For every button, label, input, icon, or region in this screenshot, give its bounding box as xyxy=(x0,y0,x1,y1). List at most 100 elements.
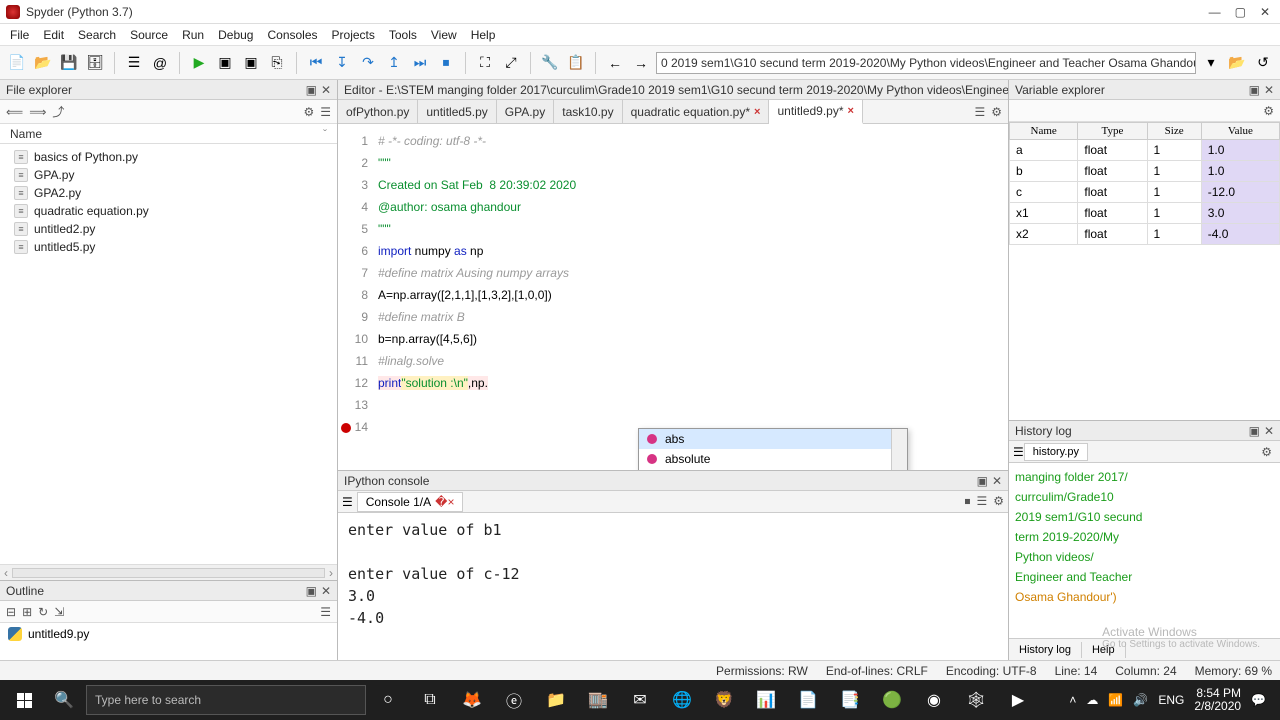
pythonpath-icon[interactable]: 📋 xyxy=(565,52,587,74)
close-button[interactable]: ✕ xyxy=(1260,5,1270,19)
back-icon[interactable]: ← xyxy=(604,52,626,74)
variable-row[interactable]: afloat11.0 xyxy=(1010,140,1280,161)
history-body[interactable]: manging folder 2017/ currculim/Grade10 2… xyxy=(1009,463,1280,638)
save-all-icon[interactable]: 🗄 xyxy=(84,52,106,74)
forward-icon[interactable]: → xyxy=(630,52,652,74)
history-log-tab[interactable]: History log xyxy=(1009,642,1082,658)
app-icon[interactable]: ⓔ xyxy=(494,684,534,716)
file-item[interactable]: ≡GPA.py xyxy=(0,166,337,184)
new-file-icon[interactable]: 📄 xyxy=(6,52,28,74)
app-icon[interactable]: ▶ xyxy=(998,684,1038,716)
console-options-icon[interactable]: ☰ xyxy=(976,494,987,509)
tray-cloud-icon[interactable]: ☁ xyxy=(1086,693,1098,707)
app-icon[interactable]: 🌐 xyxy=(662,684,702,716)
variable-row[interactable]: x1float13.0 xyxy=(1010,203,1280,224)
tray-volume-icon[interactable]: 🔊 xyxy=(1133,693,1148,707)
menu-debug[interactable]: Debug xyxy=(218,28,253,42)
run-cell-advance-icon[interactable]: ▣ xyxy=(240,52,262,74)
tray-notifications-icon[interactable]: 💬 xyxy=(1251,693,1266,707)
variable-row[interactable]: x2float1-4.0 xyxy=(1010,224,1280,245)
minimize-button[interactable]: — xyxy=(1209,5,1221,19)
debug-over-icon[interactable]: ↷ xyxy=(357,52,379,74)
menu-file[interactable]: File xyxy=(10,28,29,42)
file-item[interactable]: ≡basics of Python.py xyxy=(0,148,337,166)
pane-close-icon[interactable]: ✕ xyxy=(321,83,331,97)
code-editor[interactable]: 1234567891011121314 # -*- coding: utf-8 … xyxy=(338,124,1008,470)
run-selection-icon[interactable]: ⎘ xyxy=(266,52,288,74)
editor-tab[interactable]: task10.py xyxy=(554,100,622,123)
options-icon[interactable]: ☰ xyxy=(320,105,331,119)
fullscreen-icon[interactable]: ⤢ xyxy=(500,52,522,74)
debug-out-icon[interactable]: ↥ xyxy=(383,52,405,74)
run-icon[interactable]: ▶ xyxy=(188,52,210,74)
tray-lang[interactable]: ENG xyxy=(1158,693,1184,707)
next-icon[interactable]: ⟹ xyxy=(29,105,46,119)
task-view-icon[interactable]: ⧉ xyxy=(410,684,450,716)
file-item[interactable]: ≡GPA2.py xyxy=(0,184,337,202)
file-list-header[interactable]: Nameˇ xyxy=(0,124,337,144)
history-tabs-menu-icon[interactable]: ☰ xyxy=(1013,445,1024,459)
console-output[interactable]: enter value of b1 enter value of c-12 3.… xyxy=(338,513,1008,660)
editor-tab[interactable]: untitled9.py*× xyxy=(769,100,862,124)
at-icon[interactable]: @ xyxy=(149,52,171,74)
tray-chevron-icon[interactable]: ˄ xyxy=(1069,693,1076,707)
variable-table[interactable]: NameTypeSizeValueafloat11.0bfloat11.0cfl… xyxy=(1009,122,1280,420)
console-tab[interactable]: Console 1/A�× xyxy=(357,492,464,512)
tray-wifi-icon[interactable]: 📶 xyxy=(1108,693,1123,707)
save-icon[interactable]: 💾 xyxy=(58,52,80,74)
app-icon[interactable]: 🕸 xyxy=(956,684,996,716)
outline-body[interactable]: untitled9.py xyxy=(0,623,337,660)
app-icon[interactable]: 📁 xyxy=(536,684,576,716)
menu-view[interactable]: View xyxy=(431,28,457,42)
file-item[interactable]: ≡quadratic equation.py xyxy=(0,202,337,220)
autocomplete-option[interactable]: absolute xyxy=(639,449,907,469)
app-icon[interactable]: 🏬 xyxy=(578,684,618,716)
up-icon[interactable]: ⤴ xyxy=(52,103,64,120)
app-icon[interactable]: 📄 xyxy=(788,684,828,716)
variable-row[interactable]: bfloat11.0 xyxy=(1010,161,1280,182)
app-icon[interactable]: ✉ xyxy=(620,684,660,716)
editor-tab[interactable]: untitled5.py xyxy=(418,100,496,123)
history-tab[interactable]: history.py xyxy=(1024,443,1088,461)
menu-run[interactable]: Run xyxy=(182,28,204,42)
start-button[interactable] xyxy=(6,684,42,716)
open-file-icon[interactable]: 📂 xyxy=(32,52,54,74)
variable-row[interactable]: cfloat1-12.0 xyxy=(1010,182,1280,203)
console-gear-icon[interactable]: ⚙ xyxy=(993,494,1004,509)
working-dir-field[interactable]: 0 2019 sem1\G10 secund term 2019-2020\My… xyxy=(656,52,1196,74)
console-tabs-menu-icon[interactable]: ☰ xyxy=(342,495,353,509)
file-item[interactable]: ≡untitled2.py xyxy=(0,220,337,238)
varexp-options-icon[interactable]: ⚙ xyxy=(1263,104,1274,118)
menu-projects[interactable]: Projects xyxy=(332,28,375,42)
editor-tab[interactable]: GPA.py xyxy=(497,100,554,123)
editor-tab[interactable]: ofPython.py xyxy=(338,100,418,123)
history-gear-icon[interactable]: ⚙ xyxy=(1257,445,1276,459)
menu-consoles[interactable]: Consoles xyxy=(267,28,317,42)
app-icon[interactable]: 🟢 xyxy=(872,684,912,716)
editor-tab[interactable]: quadratic equation.py*× xyxy=(623,100,770,123)
debug-into-icon[interactable]: ↧ xyxy=(331,52,353,74)
cortana-icon[interactable]: ○ xyxy=(368,684,408,716)
console-stop-icon[interactable]: ⏹ xyxy=(964,494,970,509)
browse-folder-icon[interactable]: 📂 xyxy=(1226,52,1248,74)
outline-refresh-icon[interactable]: ↻ xyxy=(38,605,48,619)
menu-tools[interactable]: Tools xyxy=(389,28,417,42)
app-icon[interactable]: 🦁 xyxy=(704,684,744,716)
taskbar-search-input[interactable]: Type here to search xyxy=(86,685,366,715)
file-item[interactable]: ≡untitled5.py xyxy=(0,238,337,256)
path-dropdown-icon[interactable]: ▾ xyxy=(1200,52,1222,74)
outline-collapse-icon[interactable]: ⊟ xyxy=(6,605,16,619)
menu-edit[interactable]: Edit xyxy=(43,28,64,42)
list-icon[interactable]: ☰ xyxy=(123,52,145,74)
maximize-button[interactable]: ▢ xyxy=(1235,5,1246,19)
autocomplete-option[interactable]: abs xyxy=(639,429,907,449)
help-tab[interactable]: Help xyxy=(1082,642,1126,658)
outline-options-icon[interactable]: ☰ xyxy=(320,605,331,619)
autocomplete-popup[interactable]: absabsoluteabsolute_importaddadd_docstri… xyxy=(638,428,908,470)
menu-search[interactable]: Search xyxy=(78,28,116,42)
menu-source[interactable]: Source xyxy=(130,28,168,42)
autocomplete-option[interactable]: absolute_import xyxy=(639,469,907,470)
tray-clock[interactable]: 8:54 PM2/8/2020 xyxy=(1194,687,1241,713)
app-icon[interactable]: 🦊 xyxy=(452,684,492,716)
parent-dir-icon[interactable]: ↺ xyxy=(1252,52,1274,74)
